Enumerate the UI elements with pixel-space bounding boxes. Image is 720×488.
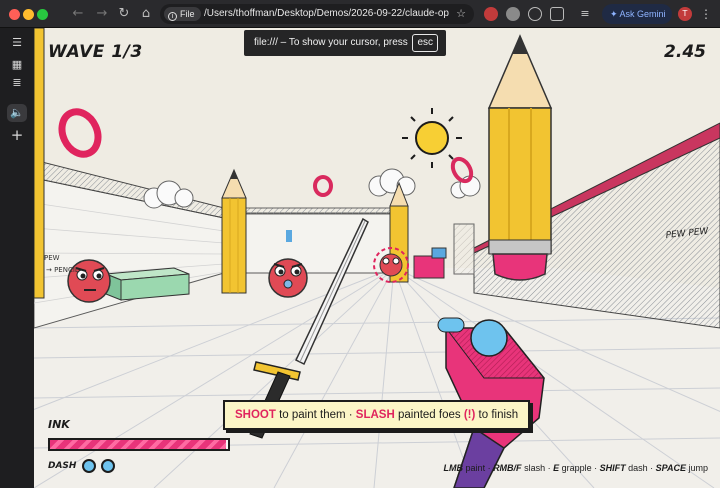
timer: 2.45 — [664, 42, 706, 62]
control-action: dash · — [625, 463, 656, 473]
toast-message: file:/// – To show your cursor, press — [254, 37, 408, 48]
control-key: LMB — [443, 463, 464, 473]
hint-keyword-slash: SLASH — [355, 409, 395, 421]
control-key: SPACE — [655, 463, 686, 473]
control-action: jump — [685, 463, 708, 473]
site-info-chip[interactable]: i File — [164, 7, 201, 21]
cursor-notice-toast: file:/// – To show your cursor, press es… — [244, 30, 446, 56]
hint-text: painted foes — [394, 409, 464, 421]
control-key: RMB/F — [493, 463, 522, 473]
enemy-center — [268, 258, 308, 298]
hint-text: to finish — [475, 409, 519, 421]
home-icon[interactable]: ⌂ — [138, 5, 154, 23]
back-arrow-icon[interactable]: ← — [70, 5, 86, 23]
reload-icon[interactable]: ↻ — [116, 5, 132, 23]
right-wall-corner — [453, 223, 475, 275]
profile-avatar[interactable]: T — [678, 7, 692, 21]
wall-scribble: → PENCIL — [46, 266, 79, 274]
extension-bug-icon[interactable] — [484, 7, 498, 21]
control-action: slash · — [521, 463, 554, 473]
forward-arrow-icon[interactable]: → — [94, 5, 110, 23]
control-action: paint · — [463, 463, 494, 473]
grid-icon[interactable]: ▦ — [7, 56, 27, 74]
file-chip-label: File — [180, 9, 195, 19]
game-canvas[interactable]: PEW → PENCIL PEW PEW WAVE 1/3 2.45 file:… — [34, 28, 720, 488]
pencil-pillar-mid — [221, 168, 247, 294]
control-action: grapple · — [559, 463, 600, 473]
bookmark-star-icon[interactable]: ☆ — [456, 4, 466, 24]
hint-keyword-shoot: SHOOT — [235, 409, 276, 421]
hint-exclaim: (!) — [463, 409, 476, 421]
wave-counter: WAVE 1/3 — [48, 42, 143, 62]
close-window-button[interactable] — [9, 9, 20, 20]
back-wall-top — [223, 207, 405, 215]
extensions-puzzle-icon[interactable] — [550, 7, 564, 21]
list-search-icon[interactable]: ≣ — [7, 74, 27, 92]
controls-legend: LMB paint · RMB/F slash · E grapple · SH… — [444, 463, 708, 473]
control-key: SHIFT — [599, 463, 626, 473]
green-block — [105, 267, 190, 301]
dash-charge-orb — [101, 459, 115, 473]
dash-label: DASH — [48, 461, 77, 471]
browser-toolbar: ← → ↻ ⌂ i File /Users/thoffman/Desktop/De… — [0, 0, 720, 28]
minimize-window-button[interactable] — [23, 9, 34, 20]
pencil-pillar-left — [34, 28, 45, 299]
browser-side-panel: ☰ ▦ ≣ 🔈 + — [0, 28, 34, 488]
gemini-button[interactable]: ✦ Ask Gemini — [602, 4, 672, 24]
esc-key-badge: esc — [412, 34, 438, 52]
zoom-window-button[interactable] — [37, 9, 48, 20]
speaker-icon[interactable]: 🔈 — [7, 104, 27, 122]
extension-owl-icon[interactable] — [506, 7, 520, 21]
dash-charge-orb — [82, 459, 96, 473]
media-controls-icon[interactable]: ≡ — [578, 7, 592, 21]
info-icon: i — [168, 12, 177, 21]
tutorial-hint: SHOOT to paint them · SLASH painted foes… — [223, 400, 531, 430]
ink-meter-fill — [50, 440, 227, 449]
hint-text: to paint them · — [275, 409, 356, 421]
wall-scribble: PEW — [44, 254, 60, 262]
collapse-icon[interactable]: ☰ — [7, 34, 27, 52]
url-text[interactable]: /Users/thoffman/Desktop/Demos/2026-09-22… — [204, 4, 449, 24]
kebab-menu-icon[interactable]: ⋮ — [700, 5, 712, 23]
blue-marker — [286, 230, 292, 242]
back-wall — [223, 212, 405, 274]
address-bar[interactable]: i File /Users/thoffman/Desktop/Demos/2026… — [160, 4, 474, 24]
ink-meter — [48, 438, 230, 451]
gemini-label: Ask Gemini — [619, 9, 666, 19]
plus-icon[interactable]: + — [7, 126, 27, 144]
ink-label: INK — [48, 418, 70, 431]
extension-ai-icon[interactable] — [528, 7, 542, 21]
